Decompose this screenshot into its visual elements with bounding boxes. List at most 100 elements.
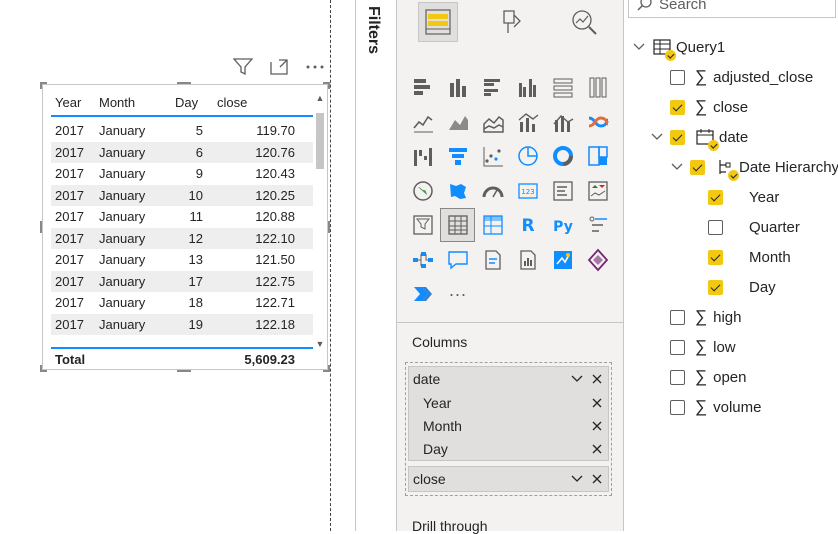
fields-search-box[interactable]: Search [628, 0, 836, 18]
table-visual[interactable]: Year Month Day close 2017 January 5 119.70 2… [40, 82, 330, 372]
chevron-down-icon[interactable] [670, 160, 684, 174]
python-visual-button[interactable]: Py [545, 208, 580, 242]
table-row[interactable]: 2017 January 12 122.10 [51, 227, 313, 249]
filter-icon[interactable] [232, 57, 254, 77]
field-level-year[interactable]: Year [708, 182, 779, 212]
clustered-bar-button[interactable] [475, 70, 510, 104]
well-subfield-day[interactable]: Day [409, 437, 608, 460]
waterfall-chart-button[interactable] [405, 139, 440, 173]
table-scrollbar[interactable]: ▲ ▼ [315, 93, 325, 349]
well-subfield-year[interactable]: Year [409, 391, 608, 414]
field-checkbox[interactable] [670, 99, 685, 115]
field-checkbox[interactable] [670, 129, 685, 145]
field-checkbox[interactable] [690, 159, 705, 175]
table-row[interactable]: 2017 January 9 120.43 [51, 163, 313, 185]
column-header-day[interactable]: Day [161, 95, 207, 110]
filters-pane-label[interactable]: Filters [364, 6, 382, 54]
format-visual-button[interactable] [491, 2, 531, 42]
remove-field-icon[interactable] [590, 372, 604, 386]
key-influencers-button[interactable] [580, 208, 615, 242]
slicer-button[interactable] [405, 208, 440, 242]
field-checkbox[interactable] [670, 399, 685, 415]
chevron-down-icon[interactable] [632, 40, 646, 54]
field-item-open[interactable]: ∑ open [670, 362, 747, 392]
table-row[interactable]: 2017 January 6 120.76 [51, 141, 313, 163]
scatter-chart-button[interactable] [475, 139, 510, 173]
field-item-date-hierarchy[interactable]: Date Hierarchy [670, 152, 838, 182]
well-subfield-month[interactable]: Month [409, 414, 608, 437]
resize-handle[interactable] [40, 82, 42, 89]
well-field-close[interactable]: close [408, 466, 609, 492]
100-stacked-column-button[interactable] [580, 70, 615, 104]
resize-handle[interactable] [40, 221, 42, 233]
area-chart-button[interactable] [440, 105, 475, 139]
more-options-icon[interactable] [304, 57, 326, 77]
field-level-month[interactable]: Month [708, 242, 791, 272]
remove-field-icon[interactable] [590, 442, 604, 456]
remove-field-icon[interactable] [590, 419, 604, 433]
field-checkbox[interactable] [708, 249, 723, 265]
field-checkbox[interactable] [670, 309, 685, 325]
table-row[interactable]: 2017 January 13 121.50 [51, 249, 313, 271]
decomposition-tree-button[interactable] [405, 243, 440, 277]
filled-map-button[interactable] [440, 174, 475, 208]
table-row[interactable]: 2017January20122.26 [51, 335, 313, 339]
pie-chart-button[interactable] [510, 139, 545, 173]
chevron-down-icon[interactable] [650, 130, 664, 144]
field-item-high[interactable]: ∑ high [670, 302, 741, 332]
column-header-year[interactable]: Year [51, 95, 95, 110]
funnel-chart-button[interactable] [440, 139, 475, 173]
treemap-button[interactable] [580, 139, 615, 173]
resize-handle[interactable] [40, 365, 42, 372]
matrix-button[interactable] [475, 208, 510, 242]
resize-handle[interactable] [177, 370, 191, 372]
remove-field-icon[interactable] [590, 472, 604, 486]
scroll-up-icon[interactable]: ▲ [315, 93, 325, 103]
line-clustered-column-button[interactable] [510, 105, 545, 139]
field-item-close[interactable]: ∑ close [670, 92, 748, 122]
arcgis-map-button[interactable] [545, 243, 580, 277]
field-checkbox[interactable] [670, 369, 685, 385]
stacked-area-button[interactable] [475, 105, 510, 139]
field-item-date[interactable]: date [650, 122, 748, 152]
scroll-down-icon[interactable]: ▼ [315, 339, 325, 349]
scroll-thumb[interactable] [316, 113, 324, 169]
map-button[interactable] [405, 174, 440, 208]
paginated-report-button[interactable] [510, 243, 545, 277]
columns-well[interactable]: date Year Month Day close [405, 362, 612, 496]
line-chart-button[interactable] [405, 105, 440, 139]
build-visual-button[interactable] [417, 2, 458, 42]
field-level-day[interactable]: Day [708, 272, 776, 302]
analytics-button[interactable] [564, 2, 604, 42]
multi-row-card-button[interactable] [545, 174, 580, 208]
table-row[interactable]: 2017 January 18 122.71 [51, 292, 313, 314]
stacked-bar-button[interactable] [405, 70, 440, 104]
column-header-close[interactable]: close [207, 95, 299, 110]
line-stacked-column-button[interactable] [545, 105, 580, 139]
remove-field-icon[interactable] [590, 396, 604, 410]
resize-handle[interactable] [177, 82, 191, 84]
table-row[interactable]: 2017 January 10 120.25 [51, 184, 313, 206]
chevron-down-icon[interactable] [570, 372, 584, 386]
gauge-button[interactable] [475, 174, 510, 208]
100-stacked-bar-button[interactable] [545, 70, 580, 104]
card-button[interactable]: 123 [510, 174, 545, 208]
smart-narrative-button[interactable] [475, 243, 510, 277]
clustered-column-button[interactable] [510, 70, 545, 104]
table-visual-button[interactable] [440, 208, 475, 242]
stacked-column-button[interactable] [440, 70, 475, 104]
r-script-button[interactable]: R [510, 208, 545, 242]
field-table-query1[interactable]: Query1 [632, 32, 725, 62]
field-checkbox[interactable] [708, 279, 723, 295]
field-item-volume[interactable]: ∑ volume [670, 392, 761, 422]
field-checkbox[interactable] [708, 219, 723, 235]
field-checkbox[interactable] [708, 189, 723, 205]
field-item-low[interactable]: ∑ low [670, 332, 736, 362]
table-row[interactable]: 2017 January 19 122.18 [51, 313, 313, 335]
power-automate-button[interactable] [405, 277, 440, 311]
field-level-quarter[interactable]: Quarter [708, 212, 800, 242]
filters-pane[interactable]: Filters [355, 0, 397, 531]
focus-mode-icon[interactable] [268, 57, 290, 77]
table-row[interactable]: 2017 January 17 122.75 [51, 270, 313, 292]
field-checkbox[interactable] [670, 69, 685, 85]
